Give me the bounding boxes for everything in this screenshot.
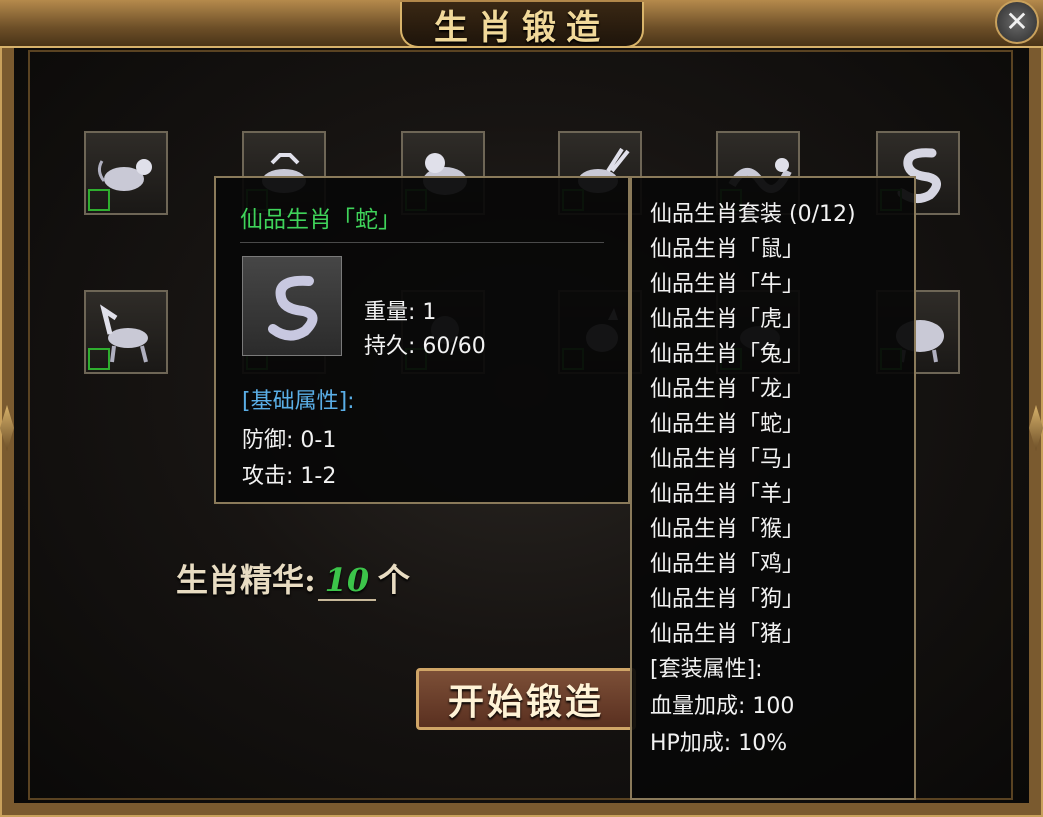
item-name: 仙品生肖「蛇」	[240, 207, 401, 233]
slot-checkbox[interactable]	[88, 348, 110, 370]
set-member: 仙品生肖「龙」	[650, 377, 805, 402]
set-member: 仙品生肖「鼠」	[650, 237, 805, 262]
item-icon-box	[242, 256, 342, 356]
title-bar: 生肖锻造	[0, 0, 1043, 48]
slot-checkbox[interactable]	[88, 189, 110, 211]
set-tooltip: 仙品生肖套装 (0/12) 仙品生肖「鼠」 仙品生肖「牛」 仙品生肖「虎」 仙品…	[630, 176, 916, 800]
set-member: 仙品生肖「兔」	[650, 342, 805, 367]
snake-icon	[268, 275, 318, 341]
zodiac-slot-horse[interactable]	[84, 290, 168, 374]
set-member: 仙品生肖「羊」	[650, 482, 805, 507]
set-member: 仙品生肖「蛇」	[650, 412, 805, 437]
zodiac-slot-rat[interactable]	[84, 131, 168, 215]
essence-unit: 个	[377, 561, 410, 599]
item-durability: 持久: 60/60	[364, 334, 486, 359]
set-bonus: HP加成: 10%	[650, 731, 788, 756]
title-plate: 生肖锻造	[400, 2, 644, 48]
close-icon: ✕	[1005, 5, 1029, 38]
tooltip-divider	[240, 242, 604, 243]
item-attack: 攻击: 1-2	[242, 464, 337, 489]
item-defense: 防御: 0-1	[242, 428, 337, 453]
start-forge-button[interactable]: 开始锻造	[416, 668, 636, 730]
window-title: 生肖锻造	[434, 7, 610, 48]
item-tooltip: 仙品生肖「蛇」 重量: 1 持久: 60/60 [基础属性]: 防御: 0-1 …	[214, 176, 630, 504]
set-bonus: 血量加成: 100	[650, 694, 795, 719]
set-member: 仙品生肖「鸡」	[650, 552, 805, 577]
set-member: 仙品生肖「猴」	[650, 517, 805, 542]
set-member: 仙品生肖「猪」	[650, 622, 805, 647]
essence-label: 生肖精华:	[176, 561, 316, 599]
essence-count: 10	[317, 561, 376, 601]
set-member: 仙品生肖「虎」	[650, 307, 805, 332]
close-button[interactable]: ✕	[995, 0, 1039, 44]
set-attr-title: [套装属性]:	[650, 657, 763, 682]
set-title: 仙品生肖套装 (0/12)	[650, 202, 856, 227]
essence-counter: 生肖精华: 10 个	[176, 555, 410, 601]
set-member: 仙品生肖「牛」	[650, 272, 805, 297]
base-attr-title: [基础属性]:	[242, 389, 355, 414]
set-member: 仙品生肖「狗」	[650, 587, 805, 612]
item-weight: 重量: 1	[364, 300, 437, 325]
set-member: 仙品生肖「马」	[650, 447, 805, 472]
